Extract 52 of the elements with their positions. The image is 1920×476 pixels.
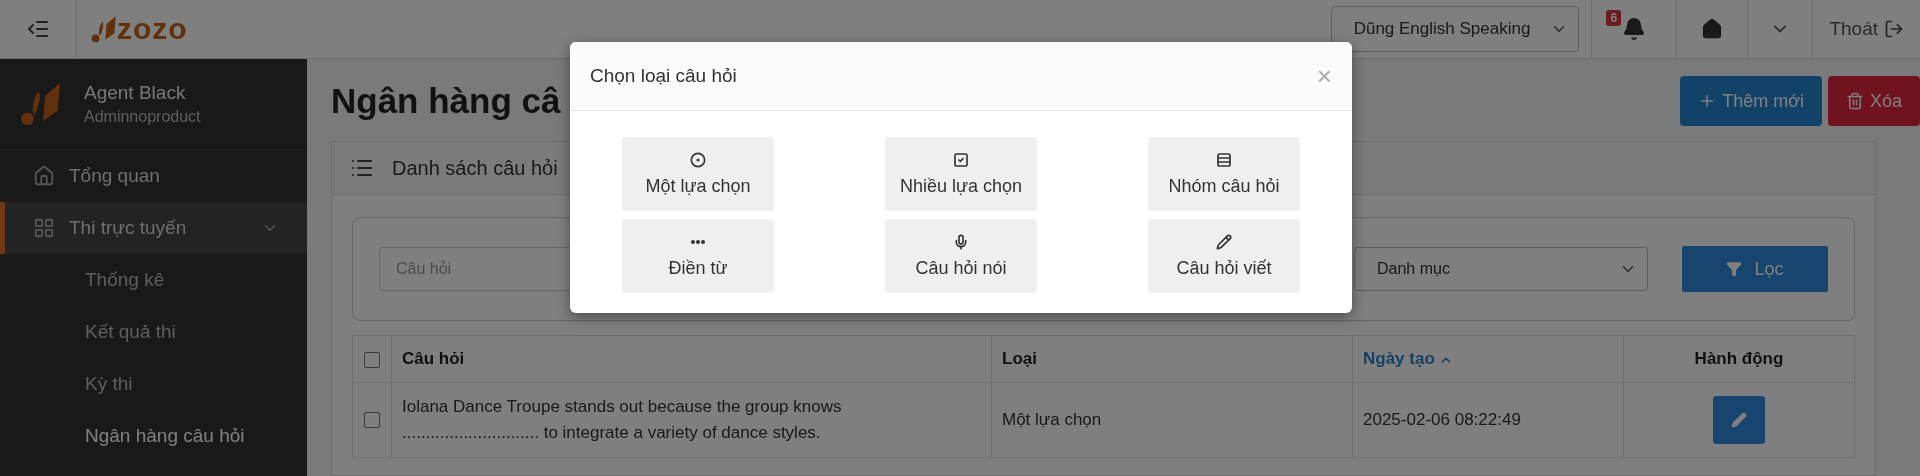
table-cell: Một lựa chọn xyxy=(991,382,1353,458)
delete-button[interactable]: Xóa xyxy=(1827,76,1920,126)
logout-link[interactable]: Thoát xyxy=(1829,18,1904,40)
sidebar-subitem[interactable]: Kỳ thi xyxy=(0,358,307,410)
grid-icon xyxy=(33,217,55,239)
logo-icon xyxy=(20,80,62,128)
checkbox[interactable] xyxy=(364,351,380,368)
close-button[interactable]: × xyxy=(1316,63,1332,89)
user-name: Agent Black xyxy=(84,82,187,104)
table-cell: Iolana Dance Troupe stands out because the group knows ............................. to integrate a variety of dance styles. xyxy=(391,382,992,458)
page-title: Ngân hàng câ xyxy=(331,81,561,121)
user-role: Adminnoproduct xyxy=(84,108,201,126)
add-button[interactable]: Thêm mới xyxy=(1680,76,1822,126)
checkbox-icon xyxy=(953,151,969,168)
edit-button[interactable] xyxy=(1713,396,1765,444)
sidebar-item[interactable]: Thi trực tuyến xyxy=(0,202,307,254)
bell-icon[interactable] xyxy=(1622,17,1647,41)
column-header: Hành động xyxy=(1623,335,1855,383)
column-header[interactable]: Ngày tạo xyxy=(1352,335,1624,383)
card-title: Danh sách câu hỏi xyxy=(392,156,558,180)
question-type-button[interactable]: Một lựa chọn xyxy=(622,137,774,211)
checkbox[interactable] xyxy=(364,412,380,429)
pencil-icon xyxy=(1216,233,1232,250)
dots-icon xyxy=(691,239,705,244)
table-cell: 2025-02-06 08:22:49 xyxy=(1352,382,1624,458)
filter-button[interactable]: Lọc xyxy=(1682,246,1828,292)
column-header: Câu hỏi xyxy=(391,335,992,383)
stack-icon xyxy=(1216,151,1232,168)
notification-badge: 6 xyxy=(1606,10,1622,26)
question-type-button[interactable]: Điền từ xyxy=(622,219,774,293)
home-icon[interactable] xyxy=(1701,18,1724,40)
logo: zozo xyxy=(117,12,188,46)
sidebar-subitem[interactable]: Thống kê xyxy=(0,254,307,306)
sidebar-subitem[interactable]: Ngân hàng câu hỏi xyxy=(0,410,307,462)
account-select[interactable]: Dũng English Speaking xyxy=(1330,6,1580,52)
logout-icon xyxy=(1884,19,1904,39)
filter-icon xyxy=(1726,261,1743,277)
trash-icon xyxy=(1845,92,1864,110)
sidebar-item[interactable]: Tổng quan xyxy=(0,150,307,202)
radio-icon xyxy=(690,151,706,168)
category-select[interactable]: Danh mục xyxy=(1354,247,1648,291)
sidebar-subitem[interactable]: Kết quả thi xyxy=(0,306,307,358)
dialog-title: Chọn loại câu hỏi xyxy=(590,65,737,87)
pencil-icon xyxy=(1731,412,1747,428)
question-type-button[interactable]: Câu hỏi viết xyxy=(1148,219,1300,293)
question-type-button[interactable]: Nhóm câu hỏi xyxy=(1148,137,1300,211)
logo-icon xyxy=(91,14,117,44)
question-type-button[interactable]: Câu hỏi nói xyxy=(885,219,1037,293)
column-header: Loại xyxy=(991,335,1353,383)
home-icon xyxy=(33,165,55,187)
question-type-button[interactable]: Nhiều lựa chọn xyxy=(885,137,1037,211)
microphone-icon xyxy=(953,233,969,250)
